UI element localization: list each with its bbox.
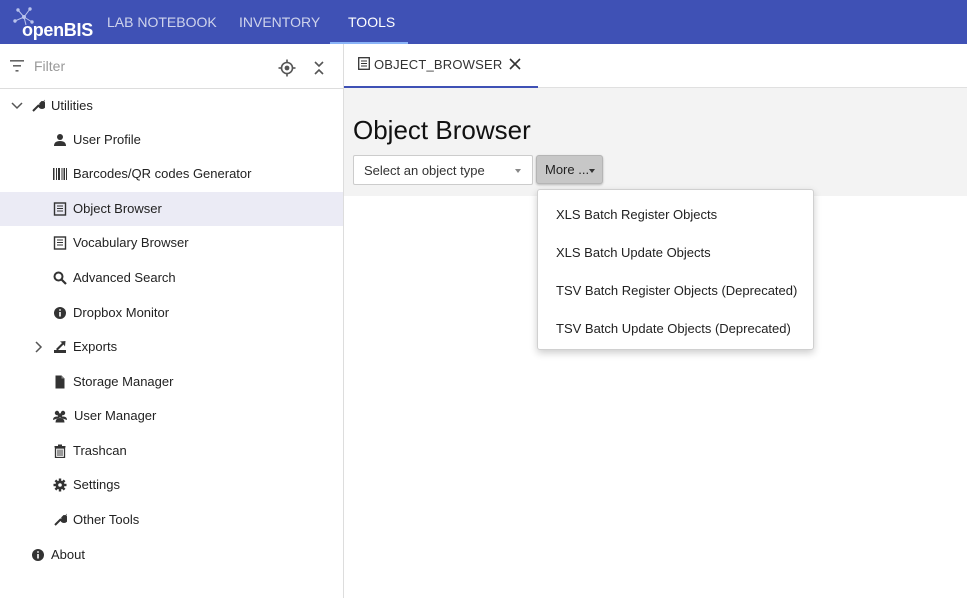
trash-icon [54,444,66,458]
tree-item-label: Dropbox Monitor [73,305,170,320]
table-icon [53,202,67,216]
tree-item-label: Advanced Search [73,270,176,285]
nav-tab-tools[interactable]: TOOLS [348,0,395,44]
more-button-label: More ... [545,162,590,177]
tree-item-user-profile[interactable]: User Profile [0,123,343,157]
menu-item-label: XLS Batch Register Objects [556,207,718,222]
gear-icon [53,478,67,492]
tab-strip: OBJECT_BROWSER [344,44,967,88]
table-icon [358,57,370,70]
tree-item-settings[interactable]: Settings [0,468,343,502]
tab-label: OBJECT_BROWSER [374,57,503,72]
tree-item-label: Barcodes/QR codes Generator [73,166,252,181]
object-browser-header: Object Browser Select an object type Mor… [344,88,967,196]
more-dropdown-menu: XLS Batch Register Objects XLS Batch Upd… [537,189,814,350]
tree-item-user-manager[interactable]: User Manager [0,399,343,433]
object-type-select-label: Select an object type [364,163,485,178]
filter-bar [0,44,343,89]
caret-down-icon [589,169,595,173]
menu-item-label: TSV Batch Register Objects (Deprecated) [556,283,798,298]
nav-tab-lab-notebook[interactable]: LAB NOTEBOOK [107,0,217,44]
wrench-icon [32,99,45,112]
tree-item-label: Vocabulary Browser [73,235,189,250]
file-icon [55,375,65,389]
tree-item-label: Other Tools [73,512,140,527]
page-title: Object Browser [353,115,531,145]
tree-item-storage-manager[interactable]: Storage Manager [0,365,343,399]
tree-item-other-tools[interactable]: Other Tools [0,503,343,537]
collapse-all-icon[interactable] [312,59,326,77]
users-icon [53,410,67,423]
logo-text: openBIS [22,20,93,40]
chevron-down-icon[interactable] [10,99,24,113]
person-icon [54,134,66,146]
tree-item-dropbox-monitor[interactable]: Dropbox Monitor [0,296,343,330]
object-type-select[interactable]: Select an object type [353,155,533,185]
tree-item-label: Object Browser [73,201,162,216]
nav-tab-inventory[interactable]: INVENTORY [239,0,320,44]
menu-item-tsv-batch-register[interactable]: TSV Batch Register Objects (Deprecated) [538,269,813,307]
openbis-logo[interactable]: openBIS [12,6,93,40]
tree-item-utilities[interactable]: Utilities [0,89,343,123]
tree-item-label: Utilities [51,98,93,113]
tree-item-vocabulary-browser[interactable]: Vocabulary Browser [0,226,343,260]
more-button[interactable]: More ... [536,155,603,184]
menu-item-xls-batch-update[interactable]: XLS Batch Update Objects [538,231,813,269]
tree-item-barcodes[interactable]: Barcodes/QR codes Generator [0,157,343,191]
menu-item-xls-batch-register[interactable]: XLS Batch Register Objects [538,193,813,231]
tree-item-label: Settings [73,477,120,492]
menu-item-tsv-batch-update[interactable]: TSV Batch Update Objects (Deprecated) [538,307,813,345]
tree-item-label: About [51,547,85,562]
tree-item-label: User Profile [73,132,141,147]
sidebar: Utilities User Profile Barcodes/QR codes… [0,44,344,598]
close-icon[interactable] [507,56,523,72]
top-app-bar: openBIS LAB NOTEBOOK INVENTORY TOOLS [0,0,967,44]
main-content: OBJECT_BROWSER Object Browser Select an … [344,44,967,598]
barcode-icon [53,168,67,180]
search-icon [53,271,67,285]
menu-item-label: XLS Batch Update Objects [556,245,711,260]
filter-input[interactable] [34,54,264,78]
info-icon [32,549,44,561]
menu-item-label: TSV Batch Update Objects (Deprecated) [556,321,791,336]
info-icon [54,307,66,319]
export-icon [54,341,66,353]
tree-item-label: Trashcan [73,443,127,458]
chevron-right-icon[interactable] [32,340,46,354]
filter-icon [10,60,24,72]
table-icon [53,236,67,250]
tree-item-about[interactable]: About [0,538,343,572]
tree-item-label: Storage Manager [73,374,174,389]
tree-item-advanced-search[interactable]: Advanced Search [0,261,343,295]
locate-icon[interactable] [278,59,296,77]
tree-item-label: Exports [73,339,118,354]
tree-item-object-browser[interactable]: Object Browser [0,192,343,226]
tree-item-label: User Manager [74,408,157,423]
tree-item-exports[interactable]: Exports [0,330,343,364]
wrench-icon [54,513,67,526]
chevron-down-icon [515,169,521,173]
tab-object-browser[interactable]: OBJECT_BROWSER [344,44,538,88]
tree-item-trashcan[interactable]: Trashcan [0,434,343,468]
